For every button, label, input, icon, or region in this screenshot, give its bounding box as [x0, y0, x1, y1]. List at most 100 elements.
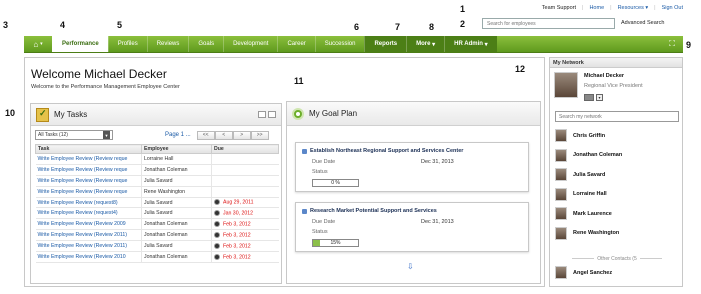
task-due: Feb 3, 2012 [211, 218, 279, 231]
resources-label: Resources [617, 5, 644, 11]
contact-name: Mark Laurence [573, 210, 612, 217]
table-row[interactable]: Write Employee Review (Review 2009 Jonath… [35, 218, 279, 231]
nav-reports[interactable]: Reports [364, 36, 407, 52]
home-link[interactable]: Home [589, 5, 604, 11]
task-link[interactable]: Write Employee Review (request4) [35, 207, 142, 220]
panel-window-controls [258, 111, 276, 118]
goal-card[interactable]: Establish Northeast Regional Support and… [295, 142, 529, 192]
nav-career[interactable]: Career [277, 36, 314, 52]
chevron-down-icon[interactable]: ▾ [596, 94, 603, 101]
task-link[interactable]: Write Employee Review (Review reque [35, 186, 142, 198]
network-icon[interactable]: ⛶ [661, 36, 683, 52]
network-contact[interactable]: Rene Washington [555, 226, 619, 240]
page-indicator[interactable]: Page 1 ... [165, 132, 191, 138]
divider: | [610, 5, 612, 11]
table-row[interactable]: Write Employee Review (Review reque Julia… [35, 175, 279, 187]
table-row[interactable]: Write Employee Review (Review reque Lorra… [35, 153, 279, 165]
nav-performance[interactable]: Performance [52, 36, 108, 52]
table-row[interactable]: Write Employee Review (Review reque Jonat… [35, 164, 279, 176]
task-link[interactable]: Write Employee Review (Review 2011) [35, 240, 142, 253]
nav-more[interactable]: More ▾ [406, 36, 445, 52]
column-header-due[interactable]: Due [211, 144, 279, 154]
avatar [555, 226, 567, 240]
task-due [211, 153, 279, 165]
sign-out-link[interactable]: Sign Out [662, 5, 683, 11]
nav-succession[interactable]: Succession [314, 36, 365, 52]
arrow-down-icon[interactable]: ⇩ [407, 262, 414, 271]
task-filter-select[interactable]: All Tasks (12) ▼ [35, 130, 113, 140]
network-contact[interactable]: Lorraine Hall [555, 187, 607, 201]
task-employee: Jonathan Coleman [141, 251, 212, 263]
goal-title[interactable]: Establish Northeast Regional Support and… [302, 148, 463, 154]
prev-page-button[interactable]: < [214, 130, 233, 140]
network-contact[interactable]: Jonathan Coleman [555, 148, 622, 162]
profile-name[interactable]: Michael Decker [584, 73, 624, 79]
home-menu-button[interactable]: ⌂ ▾ [24, 36, 52, 52]
table-row[interactable]: Write Employee Review (Review reque Rene … [35, 186, 279, 198]
tasks-toolbar: All Tasks (12) ▼ Page 1 ... << < > >> [31, 126, 281, 144]
other-contacts-divider[interactable]: Other Contacts (5 [555, 256, 679, 262]
my-network-title: My Network [550, 58, 682, 68]
clock-icon [214, 221, 220, 228]
table-row[interactable]: Write Employee Review (request8) Julia Sa… [35, 197, 279, 209]
minimize-icon[interactable] [258, 111, 266, 118]
employee-search-input[interactable] [482, 18, 615, 29]
avatar[interactable] [554, 72, 578, 98]
team-support-link[interactable]: Team Support [542, 5, 576, 11]
progress-bar: 15% [312, 239, 359, 247]
table-row[interactable]: Write Employee Review (Review 2011) Jonat… [35, 229, 279, 242]
task-due [211, 164, 279, 176]
first-page-button[interactable]: << [196, 130, 215, 140]
clock-icon [214, 242, 220, 249]
person-icon [302, 148, 307, 154]
task-link[interactable]: Write Employee Review (Review reque [35, 164, 142, 176]
nav-reviews[interactable]: Reviews [146, 36, 189, 52]
next-page-button[interactable]: > [232, 130, 251, 140]
nav-profiles[interactable]: Profiles [107, 36, 147, 52]
profile-title: Regional Vice President [584, 83, 643, 89]
callout-10: 10 [5, 108, 16, 118]
chevron-down-icon: ▾ [484, 41, 488, 48]
last-page-button[interactable]: >> [250, 130, 269, 140]
task-employee: Rene Washington [141, 186, 212, 198]
nav-hr-admin[interactable]: HR Admin ▾ [444, 36, 497, 52]
task-link[interactable]: Write Employee Review (Review reque [35, 153, 142, 165]
goal-card[interactable]: Research Market Potential Support and Se… [295, 202, 529, 252]
table-row[interactable]: Write Employee Review (request4) Julia Sa… [35, 207, 279, 220]
advanced-search-link[interactable]: Advanced Search [621, 20, 664, 26]
nav-development[interactable]: Development [223, 36, 277, 52]
chevron-down-icon: ▾ [432, 41, 436, 48]
maximize-icon[interactable] [268, 111, 276, 118]
network-contact[interactable]: Chris Griffin [555, 129, 605, 142]
divider: | [582, 5, 584, 11]
network-contact[interactable]: Mark Laurence [555, 207, 612, 220]
profile-card-icon[interactable] [584, 94, 594, 101]
page-subtitle: Welcome to the Performance Management Em… [31, 84, 180, 90]
goal-title[interactable]: Research Market Potential Support and Se… [302, 208, 437, 214]
clock-icon [214, 231, 220, 238]
task-link[interactable]: Write Employee Review (Review reque [35, 175, 142, 187]
task-link[interactable]: Write Employee Review (request8) [35, 197, 142, 209]
network-contact[interactable]: Julia Savard [555, 168, 605, 181]
column-header-task[interactable]: Task [35, 144, 142, 154]
table-header-row: Task Employee Due [35, 144, 279, 154]
table-row[interactable]: Write Employee Review (Review 2011) Julia… [35, 240, 279, 253]
nav-hr-admin-label: HR Admin [454, 41, 483, 47]
due-date-value: Dec 31, 2013 [421, 159, 454, 165]
table-row[interactable]: Write Employee Review (Review 2010 Jonath… [35, 251, 279, 263]
task-due: Feb 3, 2012 [211, 240, 279, 253]
resources-link[interactable]: Resources ▾ [618, 5, 649, 11]
task-link[interactable]: Write Employee Review (Review 2009 [35, 218, 142, 231]
callout-3: 3 [3, 20, 9, 30]
network-search-input[interactable] [555, 111, 679, 122]
task-link[interactable]: Write Employee Review (Review 2010 [35, 251, 142, 263]
nav-goals[interactable]: Goals [188, 36, 223, 52]
avatar [555, 129, 567, 142]
task-employee: Jonathan Coleman [141, 164, 212, 176]
network-contact[interactable]: Angel Sanchez [555, 266, 612, 279]
callout-9: 9 [686, 40, 692, 50]
callout-5: 5 [117, 20, 123, 30]
task-link[interactable]: Write Employee Review (Review 2011) [35, 229, 142, 242]
column-header-employee[interactable]: Employee [141, 144, 212, 154]
